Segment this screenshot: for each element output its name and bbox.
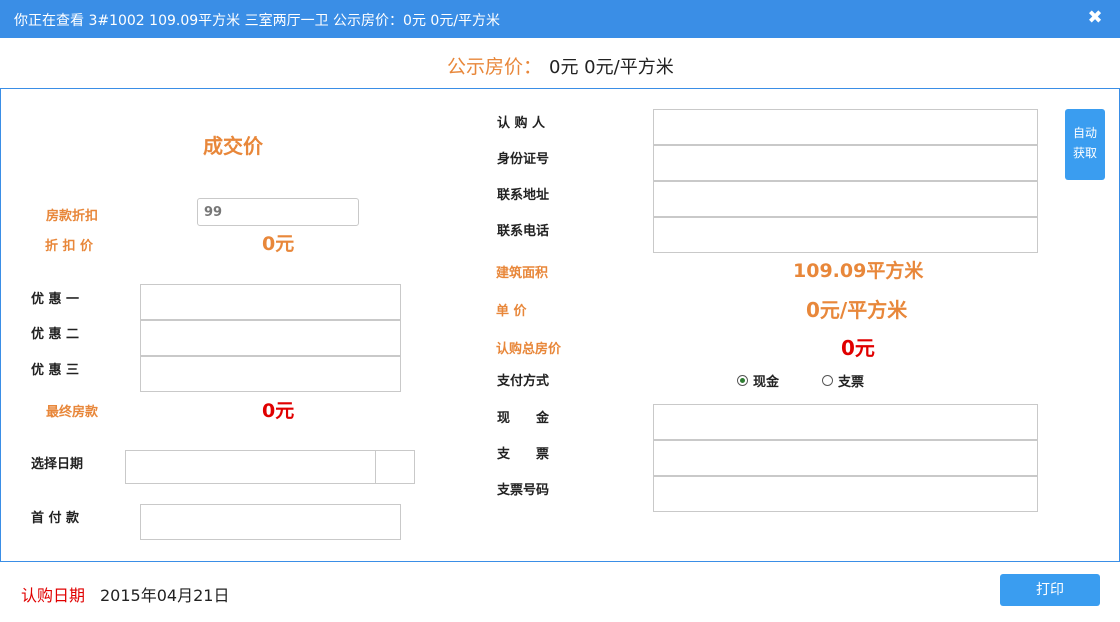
auto-fetch-button[interactable]: 自动 获取 <box>1065 109 1105 180</box>
area-value: 109.09平方米 <box>793 260 924 282</box>
payment-cash-radio[interactable]: 现金 <box>737 371 779 390</box>
cash-label: 现 金 <box>497 411 550 426</box>
address-label: 联系地址 <box>497 188 550 203</box>
final-price-label: 最终房款 <box>46 405 99 420</box>
area-label: 建筑面积 <box>496 266 549 281</box>
subscription-date-label: 认购日期 <box>21 586 86 605</box>
promo2-input[interactable] <box>140 320 401 356</box>
window-title: 你正在查看 3#1002 109.09平方米 三室两厅一卫 公示房价：0元 0元… <box>14 13 501 29</box>
radio-checked-icon <box>737 375 748 386</box>
final-price-value: 0元 <box>262 400 295 422</box>
total-price-label: 认购总房价 <box>496 342 562 357</box>
promo2-label: 优 惠 二 <box>31 327 80 342</box>
promo1-label: 优 惠 一 <box>31 292 80 307</box>
public-price-label: 公示房价： <box>447 56 543 78</box>
total-price-value: 0元 <box>841 336 875 360</box>
down-payment-input[interactable] <box>140 504 401 540</box>
payment-method-label: 支付方式 <box>497 374 550 389</box>
cheque-number-input[interactable] <box>653 476 1038 512</box>
payment-cheque-radio[interactable]: 支票 <box>822 371 864 390</box>
id-number-input[interactable] <box>653 145 1038 181</box>
address-input[interactable] <box>653 181 1038 217</box>
title-bar: 你正在查看 3#1002 109.09平方米 三室两厅一卫 公示房价：0元 0元… <box>0 0 1120 38</box>
cheque-number-label: 支票号码 <box>497 483 550 498</box>
buyer-input[interactable] <box>653 109 1038 145</box>
discount-label: 房款折扣 <box>46 209 99 224</box>
date-picker-button[interactable] <box>375 450 415 484</box>
buyer-label: 认 购 人 <box>497 116 546 131</box>
cash-input[interactable] <box>653 404 1038 440</box>
close-icon[interactable]: ✖ <box>1085 8 1105 28</box>
promo3-input[interactable] <box>140 356 401 392</box>
unit-price-label: 单 价 <box>496 304 527 319</box>
discount-price-value: 0元 <box>262 233 295 255</box>
down-payment-label: 首 付 款 <box>31 511 80 526</box>
subscription-date-value: 2015年04月21日 <box>100 586 230 605</box>
id-number-label: 身份证号 <box>497 152 550 167</box>
promo1-input[interactable] <box>140 284 401 320</box>
promo3-label: 优 惠 三 <box>31 363 80 378</box>
cheque-label: 支 票 <box>497 447 550 462</box>
discount-price-label: 折 扣 价 <box>45 239 94 254</box>
phone-input[interactable] <box>653 217 1038 253</box>
left-border <box>0 88 1 561</box>
price-header: 公示房价： 0元 0元/平方米 <box>0 38 1120 89</box>
footer-divider <box>0 561 1120 562</box>
print-button[interactable]: 打印 <box>1000 574 1100 606</box>
public-price-value: 0元 0元/平方米 <box>549 57 674 78</box>
discount-input[interactable] <box>197 198 359 226</box>
deal-price-title: 成交价 <box>203 134 263 158</box>
radio-unchecked-icon <box>822 375 833 386</box>
unit-price-value: 0元/平方米 <box>806 298 908 322</box>
cheque-input[interactable] <box>653 440 1038 476</box>
date-label: 选择日期 <box>31 457 84 472</box>
phone-label: 联系电话 <box>497 224 550 239</box>
date-input[interactable] <box>125 450 376 484</box>
